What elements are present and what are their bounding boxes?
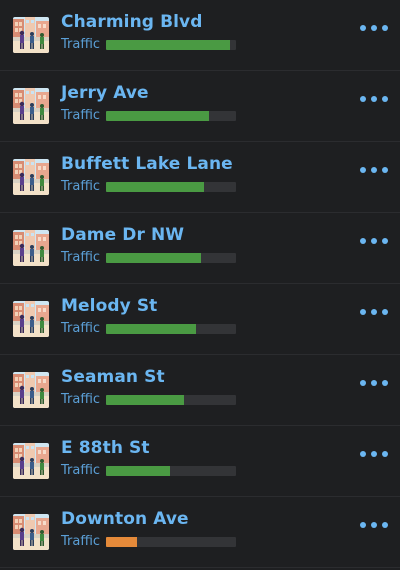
more-options-icon[interactable]: [360, 373, 388, 393]
street-scene-icon: [13, 88, 49, 124]
street-name: Jerry Ave: [61, 83, 149, 103]
street-scene-icon: [13, 514, 49, 550]
traffic-bar-fill: [106, 253, 201, 263]
street-row-buffett[interactable]: Buffett Lake Lane Traffic: [0, 142, 400, 213]
street-name: Seaman St: [61, 367, 165, 387]
more-options-icon[interactable]: [360, 444, 388, 464]
traffic-label: Traffic: [61, 463, 101, 478]
street-row-seaman[interactable]: Seaman St Traffic: [0, 355, 400, 426]
street-name: Buffett Lake Lane: [61, 154, 233, 174]
street-row-charming[interactable]: Charming Blvd Traffic: [0, 0, 400, 71]
more-options-icon[interactable]: [360, 231, 388, 251]
more-options-icon[interactable]: [360, 515, 388, 535]
traffic-bar-fill: [106, 182, 204, 192]
more-options-icon[interactable]: [360, 89, 388, 109]
street-row-dame[interactable]: Dame Dr NW Traffic: [0, 213, 400, 284]
traffic-label: Traffic: [61, 179, 101, 194]
traffic-bar: [106, 182, 236, 192]
street-row-e88th[interactable]: E 88th St Traffic: [0, 426, 400, 497]
traffic-bar-fill: [106, 40, 230, 50]
traffic-bar-fill: [106, 324, 196, 334]
street-name: Downton Ave: [61, 509, 189, 529]
street-row-jerry[interactable]: Jerry Ave Traffic: [0, 71, 400, 142]
traffic-label: Traffic: [61, 392, 101, 407]
street-scene-icon: [13, 159, 49, 195]
traffic-bar-fill: [106, 466, 170, 476]
street-scene-icon: [13, 372, 49, 408]
traffic-bar: [106, 537, 236, 547]
traffic-bar-fill: [106, 537, 138, 547]
traffic-bar: [106, 466, 236, 476]
more-options-icon[interactable]: [360, 160, 388, 180]
traffic-label: Traffic: [61, 321, 101, 336]
traffic-bar: [106, 395, 236, 405]
traffic-label: Traffic: [61, 108, 101, 123]
more-options-icon[interactable]: [360, 18, 388, 38]
traffic-label: Traffic: [61, 250, 101, 265]
traffic-bar: [106, 324, 236, 334]
street-row-melody[interactable]: Melody St Traffic: [0, 284, 400, 355]
street-name: Charming Blvd: [61, 12, 203, 32]
street-scene-icon: [13, 17, 49, 53]
street-name: Dame Dr NW: [61, 225, 185, 245]
street-scene-icon: [13, 301, 49, 337]
street-name: Melody St: [61, 296, 158, 316]
traffic-bar: [106, 40, 236, 50]
street-scene-icon: [13, 443, 49, 479]
traffic-bar-fill: [106, 395, 184, 405]
traffic-label: Traffic: [61, 534, 101, 549]
street-scene-icon: [13, 230, 49, 266]
traffic-bar-fill: [106, 111, 209, 121]
street-row-downton[interactable]: Downton Ave Traffic: [0, 497, 400, 568]
street-name: E 88th St: [61, 438, 150, 458]
traffic-bar: [106, 253, 236, 263]
traffic-bar: [106, 111, 236, 121]
traffic-label: Traffic: [61, 37, 101, 52]
more-options-icon[interactable]: [360, 302, 388, 322]
street-list: Charming Blvd Traffic Jerry Ave Traffic …: [0, 0, 400, 568]
